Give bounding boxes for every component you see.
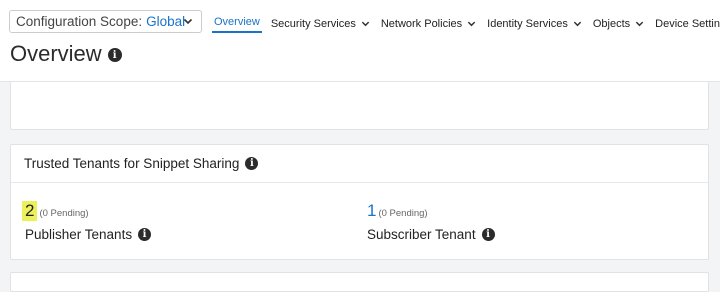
- chevron-down-icon: [361, 21, 369, 27]
- tab-label: Identity Services: [487, 17, 568, 30]
- subscriber-label: Subscriber Tenant: [367, 227, 476, 242]
- top-nav: Overview Security Services Network Polic…: [212, 0, 720, 36]
- publisher-label: Publisher Tenants: [25, 227, 133, 242]
- trusted-tenants-card: Trusted Tenants for Snippet Sharing i 2(…: [10, 144, 709, 260]
- chevron-down-icon: [635, 21, 644, 27]
- page-title: Overview i: [10, 41, 122, 67]
- top-header: Configuration Scope: Global Overview Sec…: [0, 0, 720, 82]
- scope-value: Global: [146, 14, 186, 29]
- subscriber-pending: (0 Pending): [378, 208, 428, 219]
- configuration-scope-dropdown[interactable]: Configuration Scope: Global: [9, 10, 202, 33]
- info-icon[interactable]: i: [107, 48, 122, 62]
- scope-label: Configuration Scope:: [16, 14, 143, 29]
- card-header: Trusted Tenants for Snippet Sharing i: [11, 145, 708, 183]
- subscriber-count[interactable]: 1: [367, 201, 376, 220]
- tab-label: Overview: [214, 16, 260, 28]
- publisher-label-row: Publisher Tenants i: [25, 227, 152, 242]
- chevron-down-icon: [183, 18, 193, 25]
- subscriber-label-row: Subscriber Tenant i: [367, 227, 495, 242]
- info-icon[interactable]: i: [481, 228, 495, 241]
- tab-label: Device Setting: [655, 17, 720, 30]
- tab-overview[interactable]: Overview: [212, 0, 262, 33]
- tab-network-policies[interactable]: Network Policies: [381, 0, 476, 34]
- info-icon[interactable]: i: [138, 228, 152, 241]
- overview-top-card: [10, 82, 709, 130]
- card-title: Trusted Tenants for Snippet Sharing: [24, 156, 240, 171]
- page-title-text: Overview: [10, 41, 102, 66]
- tab-objects[interactable]: Objects: [593, 0, 644, 34]
- tab-label: Security Services: [270, 17, 356, 30]
- chevron-down-icon: [573, 21, 582, 27]
- tab-label: Objects: [592, 17, 631, 30]
- tab-label: Network Policies: [380, 17, 463, 30]
- publisher-count[interactable]: 2: [22, 201, 38, 221]
- publisher-tenants-stat: 2 (0 Pending) Publisher Tenants i: [22, 201, 152, 242]
- tab-device-settings[interactable]: Device Setting: [655, 0, 720, 34]
- publisher-pending: (0 Pending): [39, 208, 89, 219]
- tab-security-services[interactable]: Security Services: [271, 0, 370, 34]
- next-card: [10, 272, 709, 292]
- info-icon[interactable]: i: [245, 157, 259, 170]
- subscriber-tenant-stat: 1 (0 Pending) Subscriber Tenant i: [367, 201, 495, 242]
- chevron-down-icon: [467, 21, 476, 27]
- tab-identity-services[interactable]: Identity Services: [487, 0, 582, 34]
